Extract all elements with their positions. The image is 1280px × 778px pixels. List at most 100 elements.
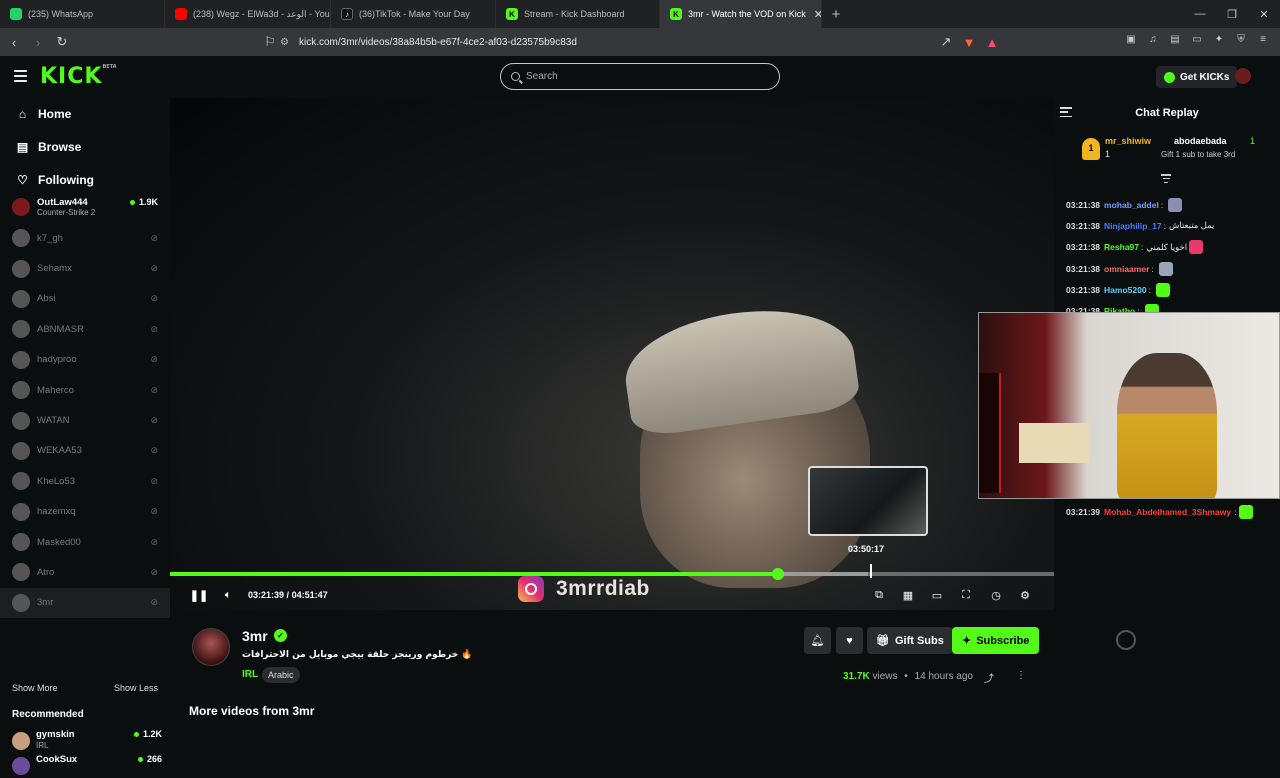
chat-filter-icon[interactable]	[1161, 174, 1171, 183]
playback-speed-icon[interactable]: ◷	[989, 588, 1003, 602]
chat-username[interactable]: Ninjaphilip_17	[1104, 221, 1162, 231]
browser-tab[interactable]: (235) WhatsApp	[0, 0, 165, 28]
browser-tab[interactable]: K Stream - Kick Dashboard	[496, 0, 660, 28]
following-channel[interactable]: KheLo53 ⊘	[0, 466, 170, 496]
new-tab-button[interactable]: +	[822, 6, 850, 23]
browser-tab-active[interactable]: K 3mr - Watch the VOD on Kick ✕	[660, 0, 822, 28]
volume-icon[interactable]: 🔈︎	[221, 588, 235, 602]
channel-avatar[interactable]	[192, 628, 230, 666]
chat-username[interactable]: mohab_addel	[1104, 200, 1159, 210]
offline-icon: ⊘	[150, 354, 158, 365]
avatar	[12, 289, 30, 308]
notification-bell-icon[interactable]: 🔔︎	[804, 627, 831, 654]
show-less-link[interactable]: Show Less	[114, 683, 158, 693]
following-channel[interactable]: WEKAA53 ⊘	[0, 436, 170, 466]
search-icon	[511, 72, 520, 81]
rewards-icon[interactable]: ▲	[982, 32, 1002, 52]
follow-heart-icon[interactable]: ♥	[836, 627, 863, 654]
following-channel[interactable]: Maherco ⊘	[0, 375, 170, 405]
avatar	[12, 381, 30, 400]
avatar	[12, 533, 30, 552]
close-window-icon[interactable]: ✕	[1248, 0, 1280, 28]
site-info-icon[interactable]: ⚙	[280, 37, 289, 48]
clip-icon[interactable]: ▦	[901, 588, 915, 602]
following-channel-selected[interactable]: 3mr ⊘	[0, 587, 170, 619]
emote-icon	[1158, 261, 1173, 276]
following-channel[interactable]: Masked00 ⊘	[0, 527, 170, 557]
sidebar-toggle-icon[interactable]: ▣	[1124, 32, 1138, 46]
chat-username[interactable]: omniaamer	[1104, 264, 1149, 274]
share-icon[interactable]: ⤴	[984, 670, 996, 685]
url-field[interactable]: ⚙ kick.com/3mr/videos/38a84b5b-e67f-4ce2…	[280, 31, 1000, 53]
settings-icon[interactable]: ⚙	[1018, 588, 1032, 602]
leaderboard-user[interactable]: abodaebada	[1174, 136, 1227, 146]
offline-icon: ⊘	[150, 475, 158, 486]
following-channel[interactable]: ABNMASR ⊘	[0, 314, 170, 344]
browser-tab[interactable]: (238) Wegz - ElWa3d - الوعد - YouTube	[165, 0, 331, 28]
pause-icon[interactable]: ❚❚	[190, 588, 208, 602]
extensions-icon[interactable]: ✦	[1212, 32, 1226, 46]
following-channel[interactable]: k7_gh ⊘	[0, 223, 170, 253]
following-channel-live[interactable]: OutLaw444 Counter-Strike 2 1.9K	[0, 194, 170, 220]
avatar	[12, 259, 30, 278]
chat-message: 03:21:38 omniaamer:	[1066, 258, 1276, 279]
menu-icon[interactable]	[14, 70, 27, 82]
browser-tab[interactable]: ♪ (36)TikTok - Make Your Day	[331, 0, 496, 28]
following-channel[interactable]: hazemxq ⊘	[0, 497, 170, 527]
share-page-icon[interactable]: ↗	[936, 32, 956, 52]
menu-icon[interactable]: ≡	[1256, 32, 1270, 46]
tab-title: (235) WhatsApp	[28, 9, 94, 19]
seek-bar[interactable]	[170, 568, 1054, 580]
wallet-icon[interactable]: ▭	[1190, 32, 1204, 46]
show-more-link[interactable]: Show More	[12, 683, 58, 693]
gift-sub-prompt[interactable]: Gift 1 sub to take 3rd	[1161, 150, 1235, 159]
language-tag[interactable]: Arabic	[262, 667, 300, 683]
bookmark-icon[interactable]: ⚐	[260, 32, 280, 52]
sidebar-item-browse[interactable]: ▤ Browse	[16, 139, 82, 155]
vpn-icon[interactable]: ⛨	[1234, 32, 1248, 46]
following-channel[interactable]: WATAN ⊘	[0, 405, 170, 435]
following-list: k7_gh ⊘ Sehamx ⊘ Absi ⊘ ABNMASR ⊘ hadyproo ⊘ …	[0, 223, 170, 619]
video-player[interactable]: 3mrrdiab 03:50:17 ❚❚ 🔈︎ 03:21:39 / 04:51…	[170, 98, 1054, 610]
offline-icon: ⊘	[150, 445, 158, 456]
reload-icon[interactable]: ↻	[52, 32, 72, 52]
subscribe-button[interactable]: ✦ Subscribe	[952, 627, 1040, 654]
time-display: 03:21:39 / 04:51:47	[248, 590, 328, 600]
chat-username[interactable]: Mohab_Abdelhamed_3Shmawy	[1104, 507, 1231, 517]
chat-messages: 03:21:38 mohab_addel: 03:21:38 Ninjaphilip_…	[1066, 194, 1276, 322]
back-icon[interactable]: ‹	[4, 32, 24, 52]
following-channel[interactable]: Atro ⊘	[0, 557, 170, 587]
miniplayer-icon[interactable]: ⧉	[872, 588, 886, 602]
leaderboard-user[interactable]: mr_shiwiw	[1105, 136, 1151, 146]
fullscreen-icon[interactable]: ⛶	[959, 588, 973, 602]
forward-icon[interactable]: ›	[28, 32, 48, 52]
theater-mode-icon[interactable]: ▭	[930, 588, 944, 602]
close-icon[interactable]: ✕	[814, 8, 821, 21]
get-kicks-button[interactable]: Get KICKs	[1156, 66, 1238, 88]
more-options-icon[interactable]: ⋮	[1015, 670, 1027, 682]
recommended-heading: Recommended	[12, 709, 84, 720]
following-channel[interactable]: hadyproo ⊘	[0, 345, 170, 375]
restore-icon[interactable]: ❐	[1216, 0, 1248, 28]
chat-username[interactable]: Hamo5200	[1104, 285, 1147, 295]
search-input[interactable]: Search	[500, 63, 780, 90]
gift-subs-button[interactable]: 🎁︎ Gift Subs	[867, 627, 953, 654]
verified-icon: ✓	[274, 629, 287, 642]
category-link[interactable]: IRL	[242, 669, 258, 680]
user-avatar[interactable]	[1235, 68, 1251, 84]
kick-logo[interactable]: KICKBETA	[40, 64, 117, 89]
sidebar-item-following[interactable]: ♡ Following	[16, 172, 94, 188]
following-channel[interactable]: Absi ⊘	[0, 284, 170, 314]
offline-icon: ⊘	[150, 536, 158, 547]
following-channel[interactable]: Sehamx ⊘	[0, 253, 170, 283]
sidebar-item-home[interactable]: ⌂ Home	[16, 106, 71, 122]
channel-name[interactable]: 3mr	[242, 628, 268, 644]
recommended-channel[interactable]: gymskin IRL 1.2K	[12, 729, 162, 753]
chat-username[interactable]: Resha97	[1104, 242, 1139, 252]
brave-shield-icon[interactable]: ▼	[959, 32, 979, 52]
panel-icon[interactable]: ▤	[1168, 32, 1182, 46]
music-icon[interactable]: ♫	[1146, 32, 1160, 46]
star-icon: ✦	[962, 635, 972, 647]
recommended-channel[interactable]: CookSux 266	[12, 754, 162, 778]
minimize-icon[interactable]: —	[1184, 0, 1216, 28]
